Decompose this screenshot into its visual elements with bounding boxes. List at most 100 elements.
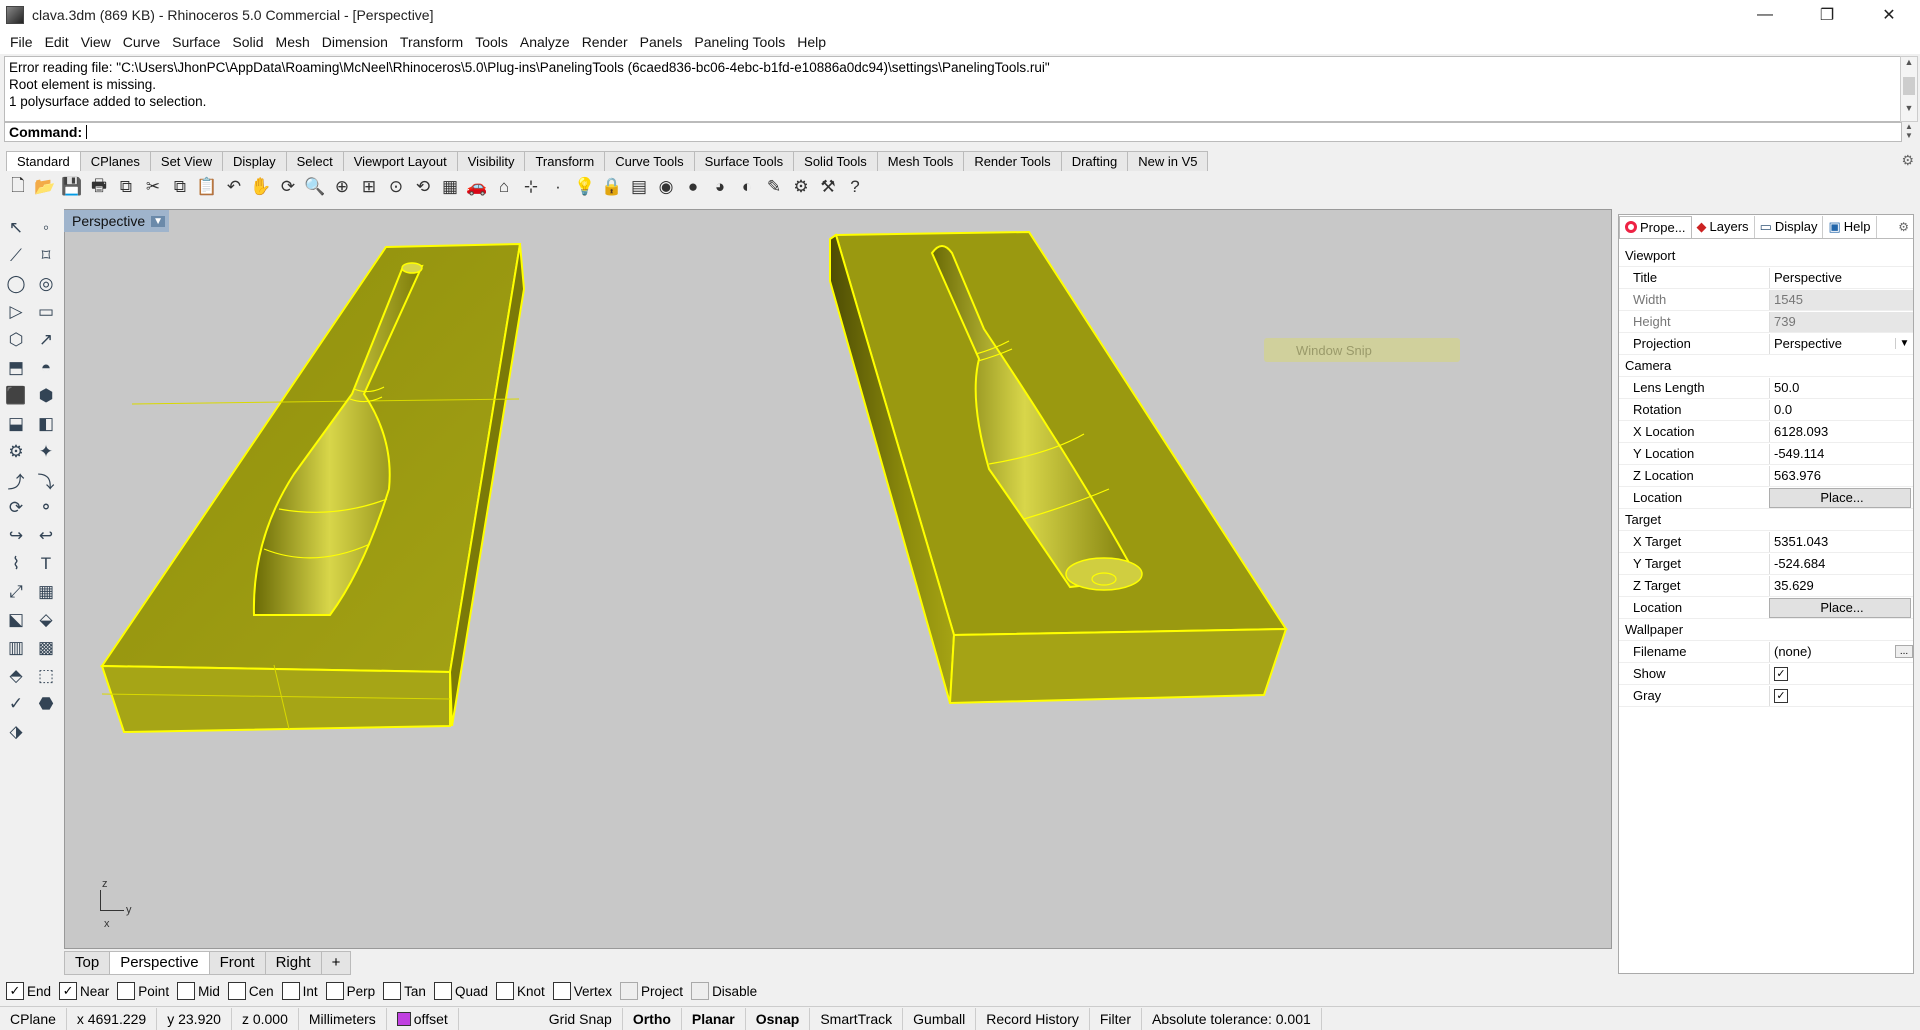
tab-new-in-v5[interactable]: New in V5 — [1127, 151, 1209, 171]
osnap-checkbox[interactable] — [325, 982, 344, 1000]
command-input[interactable] — [86, 125, 286, 139]
scroll-thumb[interactable] — [1903, 77, 1915, 95]
open-icon[interactable]: 📂 — [33, 175, 57, 199]
y-target-field[interactable]: -524.684 — [1769, 553, 1913, 574]
undo-icon[interactable]: ↶ — [222, 175, 246, 199]
left-tool-icon[interactable]: ⬗ — [2, 718, 30, 746]
left-tool-icon[interactable]: ⌑ — [32, 242, 60, 270]
left-tool-icon[interactable]: ↖ — [2, 214, 30, 242]
osnap-checkbox[interactable]: ✓ — [59, 982, 78, 1000]
osnap-checkbox[interactable] — [495, 982, 514, 1000]
menu-item-panels[interactable]: Panels — [634, 34, 689, 50]
new-icon[interactable]: 🗋 — [6, 175, 30, 199]
osnap-checkbox[interactable] — [433, 982, 452, 1000]
left-tool-icon[interactable]: ⌇ — [2, 550, 30, 578]
osnap-perp[interactable]: Perp — [325, 982, 375, 1000]
tab-select[interactable]: Select — [285, 151, 344, 171]
scroll-down-icon[interactable]: ▼ — [1901, 103, 1917, 119]
tab-set-view[interactable]: Set View — [149, 151, 223, 171]
title-field[interactable]: Perspective — [1769, 267, 1913, 288]
menu-item-help[interactable]: Help — [791, 34, 832, 50]
gumball-toggle[interactable]: Gumball — [903, 1007, 977, 1030]
maximize-button[interactable]: ❐ — [1796, 0, 1858, 30]
car-icon[interactable]: 🚗 — [465, 175, 489, 199]
left-tool-icon[interactable]: ◓ — [32, 354, 60, 382]
minimize-button[interactable]: — — [1734, 0, 1796, 30]
planar-toggle[interactable]: Planar — [682, 1007, 746, 1030]
cplane-label[interactable]: CPlane — [0, 1007, 67, 1030]
options-icon[interactable]: ⚒ — [816, 175, 840, 199]
left-tool-icon[interactable]: ⬕ — [2, 606, 30, 634]
save-icon[interactable]: 💾 — [60, 175, 84, 199]
viewport-tab-front[interactable]: Front — [208, 951, 266, 975]
gray-checkbox[interactable]: ✓ — [1774, 688, 1788, 703]
material-sphere-icon[interactable]: ◕ — [708, 175, 732, 199]
osnap-checkbox[interactable] — [177, 982, 196, 1000]
show-checkbox[interactable]: ✓ — [1774, 666, 1788, 681]
menu-item-transform[interactable]: Transform — [394, 34, 469, 50]
tab-surface-tools[interactable]: Surface Tools — [693, 151, 795, 171]
viewport-title[interactable]: Perspective ▼ — [64, 210, 170, 232]
menu-item-tools[interactable]: Tools — [469, 34, 514, 50]
right-mold-block[interactable] — [829, 230, 1288, 705]
pan-icon[interactable]: ✋ — [249, 175, 273, 199]
osnap-checkbox[interactable] — [691, 982, 710, 1000]
grid-snap-toggle[interactable]: Grid Snap — [539, 1007, 623, 1030]
osnap-vertex[interactable]: Vertex — [552, 982, 612, 1000]
cplane-icon[interactable]: ⌂ — [492, 175, 516, 199]
left-tool-icon[interactable]: ▷ — [2, 298, 30, 326]
tab-visibility[interactable]: Visibility — [456, 151, 526, 171]
cut-icon[interactable]: ✂ — [141, 175, 165, 199]
layer-icon[interactable]: ▤ — [627, 175, 651, 199]
tab-display[interactable]: ▭ Display — [1755, 215, 1824, 238]
snap-icon[interactable]: ⊹ — [519, 175, 543, 199]
color-wheel-icon[interactable]: ◉ — [654, 175, 678, 199]
left-tool-icon[interactable]: ⬒ — [2, 354, 30, 382]
record-history-toggle[interactable]: Record History — [976, 1007, 1090, 1030]
filename-field[interactable]: (none)... — [1769, 641, 1913, 662]
paste-icon[interactable]: 📋 — [195, 175, 219, 199]
help-icon[interactable]: ? — [843, 175, 867, 199]
viewport-tab-top[interactable]: Top — [64, 951, 111, 975]
osnap-checkbox[interactable] — [552, 982, 571, 1000]
x-target-field[interactable]: 5351.043 — [1769, 531, 1913, 552]
tab-viewport-layout[interactable]: Viewport Layout — [342, 151, 458, 171]
tab-help[interactable]: ▣ Help — [1823, 215, 1877, 238]
left-tool-icon[interactable]: ⟳ — [2, 494, 30, 522]
left-tool-icon[interactable]: ◧ — [32, 410, 60, 438]
tab-solid-tools[interactable]: Solid Tools — [793, 151, 878, 171]
left-tool-icon[interactable]: ▩ — [32, 634, 60, 662]
viewport-scene[interactable] — [64, 209, 1612, 949]
left-tool-icon[interactable]: ◦ — [32, 214, 60, 242]
left-tool-icon[interactable]: ⤴ — [2, 466, 30, 494]
tab-display[interactable]: Display — [221, 151, 287, 171]
zoom-icon[interactable]: 🔍 — [303, 175, 327, 199]
command-spinner[interactable]: ▲ ▼ — [1900, 122, 1918, 142]
left-tool-icon[interactable]: ⬘ — [2, 662, 30, 690]
left-tool-icon[interactable]: ▥ — [2, 634, 30, 662]
zoom-window-icon[interactable]: ⊕ — [330, 175, 354, 199]
zoom-extents-icon[interactable]: ⊞ — [357, 175, 381, 199]
gear-icon[interactable]: ⚙ — [1901, 152, 1914, 169]
target-place-button[interactable]: Place... — [1769, 597, 1911, 618]
history-scrollbar[interactable]: ▲ ▼ — [1900, 56, 1918, 122]
left-tool-icon[interactable]: ▭ — [32, 298, 60, 326]
menu-item-curve[interactable]: Curve — [117, 34, 166, 50]
osnap-checkbox[interactable] — [383, 982, 402, 1000]
left-tool-icon[interactable]: ⤢ — [2, 578, 30, 606]
paint-icon[interactable]: ✎ — [762, 175, 786, 199]
left-tool-icon[interactable]: T — [32, 550, 60, 578]
print-icon[interactable]: 🖶 — [87, 175, 111, 199]
menu-item-analyze[interactable]: Analyze — [514, 34, 576, 50]
osnap-checkbox[interactable] — [620, 982, 639, 1000]
osnap-tan[interactable]: Tan — [383, 982, 426, 1000]
left-mold-block[interactable] — [100, 242, 526, 734]
copy-icon[interactable]: ⧉ — [168, 175, 192, 199]
filter-toggle[interactable]: Filter — [1090, 1007, 1142, 1030]
left-tool-icon[interactable]: ⬚ — [32, 662, 60, 690]
import-icon[interactable]: ⧉ — [114, 175, 138, 199]
x-location-field[interactable]: 6128.093 — [1769, 421, 1913, 442]
osnap-project[interactable]: Project — [620, 982, 683, 1000]
left-tool-icon[interactable]: ⚙ — [2, 438, 30, 466]
tab-transform[interactable]: Transform — [524, 151, 606, 171]
